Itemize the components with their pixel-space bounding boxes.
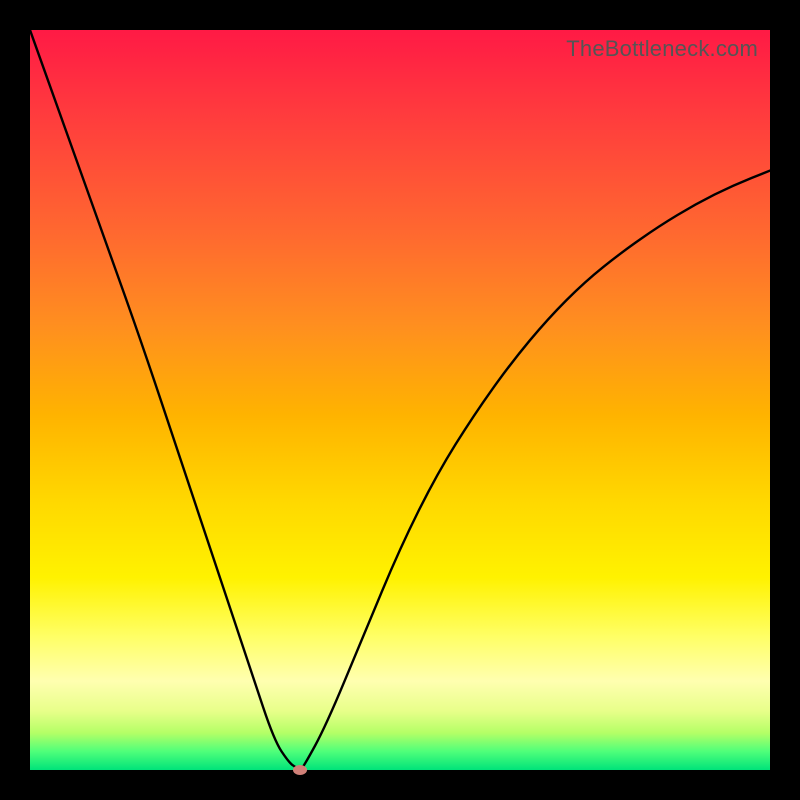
plot-area: TheBottleneck.com bbox=[30, 30, 770, 770]
watermark-text: TheBottleneck.com bbox=[566, 36, 758, 62]
bottleneck-marker bbox=[293, 765, 307, 775]
bottleneck-curve bbox=[30, 30, 770, 770]
curve-path bbox=[30, 30, 770, 769]
chart-frame: TheBottleneck.com bbox=[0, 0, 800, 800]
